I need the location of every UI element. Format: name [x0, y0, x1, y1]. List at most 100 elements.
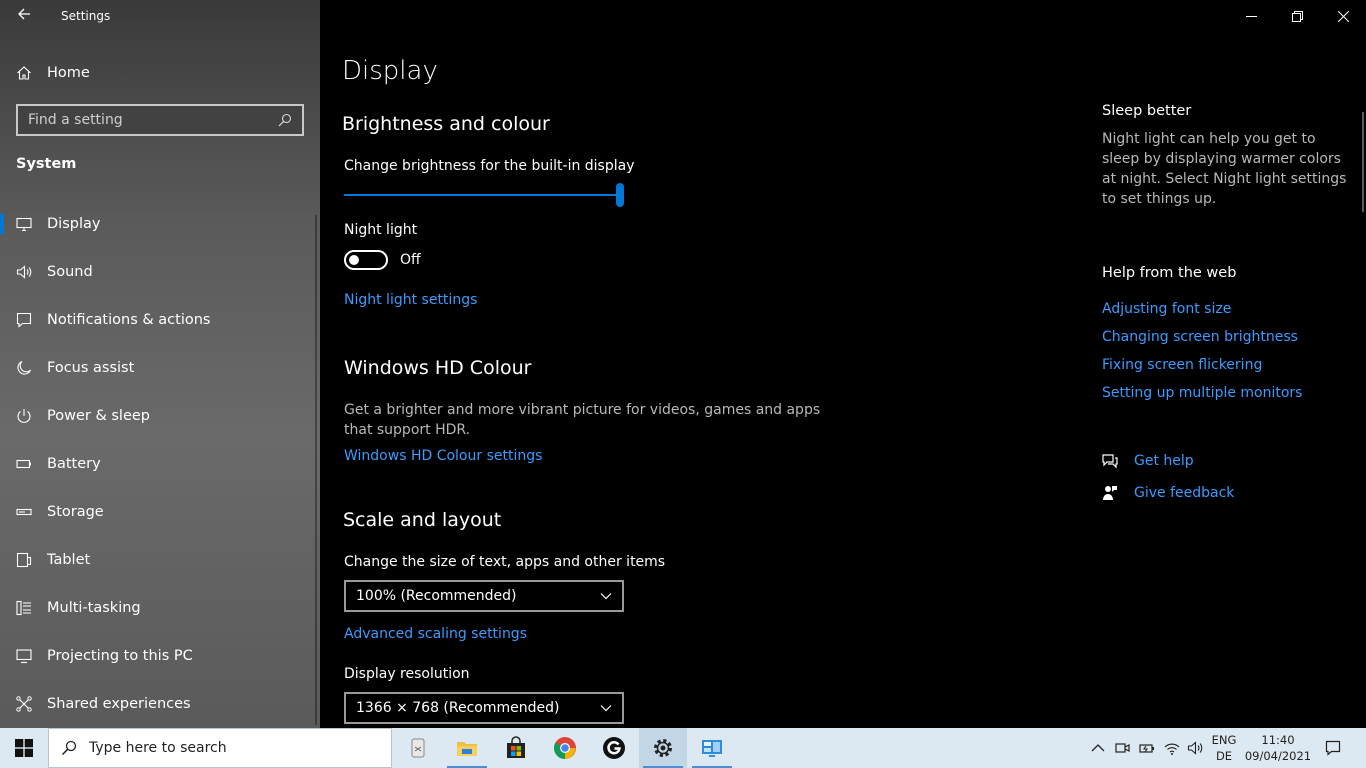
tray-meet-now[interactable]: [1110, 728, 1134, 768]
sidebar-item-label: Sound: [47, 264, 93, 280]
sidebar-item-shared-experiences[interactable]: Shared experiences: [0, 680, 320, 728]
chevron-down-icon: [600, 593, 612, 600]
get-help-link[interactable]: Get help: [1102, 453, 1194, 469]
help-link-font-size[interactable]: Adjusting font size: [1102, 301, 1231, 317]
taskbar-app-control-panel[interactable]: [688, 728, 736, 768]
give-feedback-link[interactable]: Give feedback: [1102, 485, 1234, 501]
brightness-label: Change brightness for the built-in displ…: [344, 158, 635, 174]
shared-icon: [16, 696, 32, 712]
sidebar-item-label: Shared experiences: [47, 696, 191, 712]
home-nav[interactable]: Home: [16, 60, 90, 86]
advanced-scaling-link[interactable]: Advanced scaling settings: [344, 626, 527, 642]
help-link-flickering[interactable]: Fixing screen flickering: [1102, 357, 1262, 373]
section-title: System: [16, 156, 77, 172]
sidebar-item-multitasking[interactable]: Multi-tasking: [0, 584, 320, 632]
sidebar-item-storage[interactable]: Storage: [0, 488, 320, 536]
sidebar-item-focus-assist[interactable]: Focus assist: [0, 344, 320, 392]
night-light-settings-link[interactable]: Night light settings: [344, 292, 477, 308]
multitasking-icon: [16, 600, 31, 616]
taskbar-search-placeholder: Type here to search: [89, 740, 227, 756]
volume-icon: [1187, 741, 1203, 755]
taskbar: Type here to search ENG DE 11:40 09/04/2…: [0, 728, 1366, 768]
tray-volume[interactable]: [1183, 728, 1207, 768]
home-icon: [17, 66, 31, 80]
arrow-left-icon: [18, 8, 30, 20]
settings-search[interactable]: [16, 104, 304, 136]
sidebar-item-notifications[interactable]: Notifications & actions: [0, 296, 320, 344]
taskbar-app-chrome[interactable]: [541, 728, 589, 768]
sidebar-item-display[interactable]: Display: [0, 200, 320, 248]
night-light-label: Night light: [344, 222, 418, 238]
resolution-label: Display resolution: [344, 666, 470, 682]
page-title: Display: [342, 56, 438, 86]
brightness-slider-track[interactable]: [344, 194, 620, 196]
speaker-icon: [16, 265, 32, 279]
taskbar-clock[interactable]: 11:40 09/04/2021: [1244, 732, 1312, 764]
taskbar-app-settings[interactable]: [639, 728, 687, 768]
get-help-icon: [1102, 454, 1118, 469]
taskbar-search[interactable]: Type here to search: [48, 728, 392, 768]
tray-battery[interactable]: [1135, 728, 1159, 768]
lang-secondary: DE: [1215, 749, 1233, 763]
give-feedback-label: Give feedback: [1134, 485, 1235, 501]
lang-primary: ENG: [1211, 733, 1237, 747]
sidebar-item-label: Storage: [47, 504, 104, 520]
power-icon: [17, 409, 31, 423]
app-title: Settings: [61, 9, 111, 23]
taskbar-app-file-explorer[interactable]: [443, 728, 491, 768]
hd-colour-settings-link[interactable]: Windows HD Colour settings: [344, 448, 542, 464]
sidebar-item-power-sleep[interactable]: Power & sleep: [0, 392, 320, 440]
task-view-icon: [411, 738, 425, 758]
taskbar-app-g[interactable]: [590, 728, 638, 768]
minimize-button[interactable]: [1228, 0, 1274, 32]
windows-logo-icon: [15, 739, 33, 757]
get-help-label: Get help: [1134, 453, 1194, 469]
sidebar-scrollbar[interactable]: [315, 215, 317, 725]
sidebar-item-tablet[interactable]: Tablet: [0, 536, 320, 584]
sidebar: Settings Home System Display Sound Notif…: [0, 0, 320, 728]
night-light-toggle[interactable]: [344, 250, 388, 270]
tray-chevron[interactable]: [1086, 728, 1110, 768]
resolution-dropdown[interactable]: 1366 × 768 (Recommended): [344, 692, 624, 724]
input-language[interactable]: ENG DE: [1208, 732, 1240, 764]
scale-dropdown[interactable]: 100% (Recommended): [344, 580, 624, 612]
restore-button[interactable]: [1274, 0, 1320, 32]
taskbar-app-store[interactable]: [492, 728, 540, 768]
main-scrollbar[interactable]: [1362, 112, 1364, 212]
scale-value: 100% (Recommended): [356, 588, 517, 604]
main-content: Display Brightness and colour Change bri…: [320, 0, 1366, 728]
g-app-icon: [603, 737, 625, 759]
nav-list: Display Sound Notifications & actions Fo…: [0, 200, 320, 728]
notification-center-button[interactable]: [1318, 728, 1348, 768]
sidebar-item-label: Power & sleep: [47, 408, 150, 424]
sidebar-item-battery[interactable]: Battery: [0, 440, 320, 488]
moon-icon: [17, 360, 32, 375]
sidebar-item-sound[interactable]: Sound: [0, 248, 320, 296]
help-title: Help from the web: [1102, 265, 1237, 281]
tray-wifi[interactable]: [1160, 728, 1184, 768]
settings-gear-icon: [654, 739, 672, 757]
sleep-better-text: Night light can help you get to sleep by…: [1102, 131, 1347, 207]
resolution-value: 1366 × 768 (Recommended): [356, 700, 560, 716]
minimize-icon: [1245, 15, 1257, 17]
notification-center-icon: [1325, 740, 1341, 756]
hd-colour-description: Get a brighter and more vibrant picture …: [344, 400, 844, 440]
close-button[interactable]: [1320, 0, 1366, 32]
sidebar-item-label: Display: [47, 216, 101, 232]
search-icon: [61, 740, 77, 756]
search-input[interactable]: [28, 112, 278, 128]
help-link-monitors[interactable]: Setting up multiple monitors: [1102, 385, 1302, 401]
taskbar-app-task-view[interactable]: [394, 728, 442, 768]
start-button[interactable]: [0, 728, 48, 768]
search-icon[interactable]: [278, 113, 292, 127]
help-link-brightness[interactable]: Changing screen brightness: [1102, 329, 1298, 345]
projecting-icon: [16, 649, 32, 664]
chevron-down-icon: [600, 705, 612, 712]
brightness-slider-thumb[interactable]: [616, 183, 624, 207]
sidebar-item-label: Tablet: [47, 552, 91, 568]
back-button[interactable]: [12, 6, 36, 26]
sidebar-item-projecting[interactable]: Projecting to this PC: [0, 632, 320, 680]
sidebar-item-label: Notifications & actions: [47, 312, 211, 328]
chrome-icon: [554, 737, 576, 759]
hd-colour-description-line1: Get a brighter and more vibrant picture …: [344, 402, 821, 418]
